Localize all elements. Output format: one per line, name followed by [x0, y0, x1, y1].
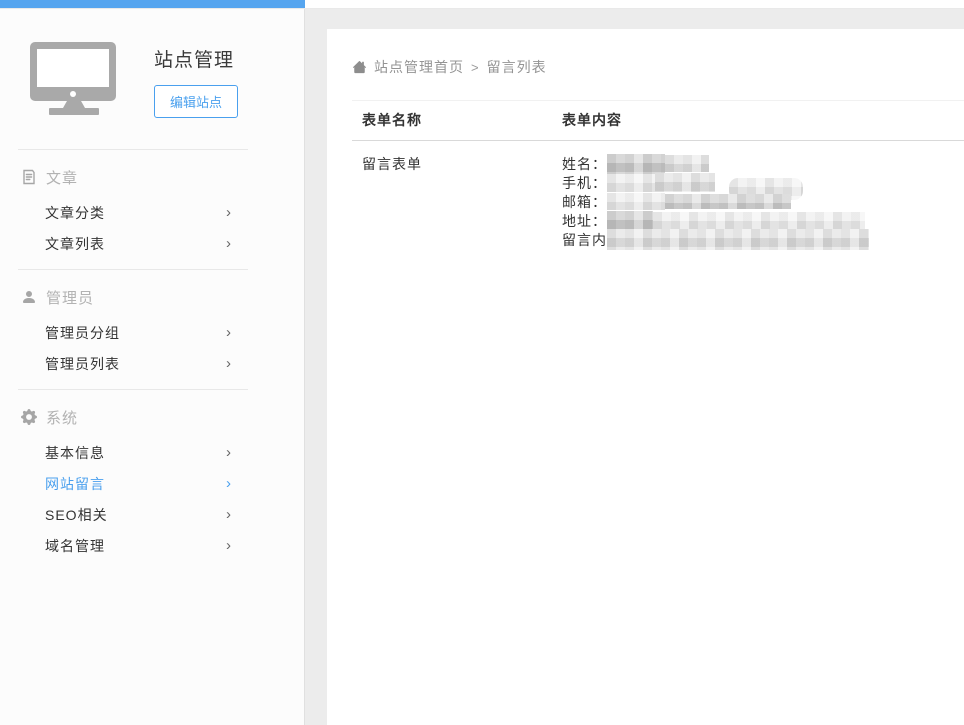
content-line-address: 地址： — [562, 211, 954, 230]
gear-icon — [21, 409, 38, 426]
site-title: 站点管理 — [154, 45, 238, 72]
chevron-right-icon: › — [226, 476, 232, 491]
site-admin-page: 站点管理 编辑站点 文章 文章分类 — [0, 0, 964, 725]
redacted-value — [655, 173, 715, 192]
chevron-right-icon: › — [226, 356, 232, 371]
redacted-value — [607, 154, 665, 174]
chevron-right-icon: › — [226, 507, 232, 522]
redacted-value — [607, 229, 869, 250]
edit-site-button[interactable]: 编辑站点 — [154, 85, 238, 118]
sidebar-section-admins: 管理员 管理员分组 › 管理员列表 › — [0, 270, 304, 389]
form-content-cell: 姓名： 手机： — [552, 141, 964, 263]
field-label: 姓名： — [562, 154, 607, 174]
redacted-value — [607, 174, 655, 192]
main-area: 站点管理首页 > 留言列表 表单名称 表单内容 留言表单 — [305, 9, 964, 725]
breadcrumb-home-link[interactable]: 站点管理首页 — [374, 57, 464, 77]
redacted-value — [607, 211, 653, 231]
sidebar-item-label: 域名管理 — [45, 536, 105, 556]
top-strip — [0, 0, 964, 9]
sidebar-section-system: 系统 基本信息 › 网站留言 › SEO相关 › — [0, 390, 304, 571]
sidebar-section-articles: 文章 文章分类 › 文章列表 › — [0, 150, 304, 269]
form-name-cell: 留言表单 — [352, 141, 552, 263]
content-line-phone: 手机： — [562, 173, 954, 192]
sidebar-item-label: 文章分类 — [45, 203, 105, 223]
field-label: 邮箱： — [562, 192, 607, 212]
field-label: 留言内 — [562, 230, 607, 250]
section-label: 管理员 — [46, 287, 94, 308]
sidebar-item-article-list[interactable]: 文章列表 › — [0, 228, 304, 259]
sidebar-item-label: 基本信息 — [45, 443, 105, 463]
content-line-message: 留言内 — [562, 230, 954, 249]
chevron-right-icon: › — [226, 205, 232, 220]
redacted-value — [607, 193, 665, 210]
sidebar-item-label: SEO相关 — [45, 505, 108, 525]
breadcrumb-current: 留言列表 — [487, 57, 547, 77]
section-head-admins: 管理员 — [0, 283, 304, 311]
user-icon — [21, 289, 38, 306]
chevron-right-icon: › — [226, 445, 232, 460]
sidebar-item-admin-list[interactable]: 管理员列表 › — [0, 348, 304, 379]
sidebar: 站点管理 编辑站点 文章 文章分类 — [0, 9, 305, 725]
redacted-value — [653, 212, 865, 229]
field-label: 地址： — [562, 211, 607, 231]
field-label: 手机： — [562, 173, 607, 193]
monitor-icon — [30, 42, 118, 118]
sidebar-item-label: 管理员分组 — [45, 323, 120, 343]
section-label: 系统 — [46, 407, 78, 428]
redacted-value — [665, 155, 709, 172]
sidebar-item-seo[interactable]: SEO相关 › — [0, 499, 304, 530]
top-strip-rest — [305, 0, 964, 8]
content-line-name: 姓名： — [562, 154, 954, 173]
table-row: 留言表单 姓名： 手机： — [352, 141, 964, 263]
redacted-value — [665, 194, 791, 209]
sidebar-item-admin-groups[interactable]: 管理员分组 › — [0, 317, 304, 348]
table-header-row: 表单名称 表单内容 — [352, 101, 964, 141]
breadcrumb: 站点管理首页 > 留言列表 — [352, 57, 964, 77]
sidebar-item-label: 管理员列表 — [45, 354, 120, 374]
section-head-system: 系统 — [0, 403, 304, 431]
document-icon — [21, 169, 38, 186]
chevron-right-icon: › — [226, 538, 232, 553]
sidebar-item-site-messages[interactable]: 网站留言 › — [0, 468, 304, 499]
chevron-right-icon: › — [226, 236, 232, 251]
top-strip-accent — [0, 0, 305, 8]
site-header: 站点管理 编辑站点 — [0, 9, 304, 118]
messages-table: 表单名称 表单内容 留言表单 姓名： — [352, 100, 964, 262]
column-header-form-content: 表单内容 — [552, 101, 964, 141]
section-head-articles: 文章 — [0, 163, 304, 191]
section-label: 文章 — [46, 167, 78, 188]
column-header-form-name: 表单名称 — [352, 101, 552, 141]
sidebar-item-domains[interactable]: 域名管理 › — [0, 530, 304, 561]
sidebar-item-label: 文章列表 — [45, 234, 105, 254]
home-icon — [352, 60, 367, 74]
content-card: 站点管理首页 > 留言列表 表单名称 表单内容 留言表单 — [327, 29, 964, 725]
sidebar-item-label: 网站留言 — [45, 474, 105, 494]
chevron-right-icon: › — [226, 325, 232, 340]
sidebar-item-basic-info[interactable]: 基本信息 › — [0, 437, 304, 468]
breadcrumb-separator: > — [471, 60, 480, 75]
content-line-email: 邮箱： — [562, 192, 954, 211]
sidebar-item-article-categories[interactable]: 文章分类 › — [0, 197, 304, 228]
